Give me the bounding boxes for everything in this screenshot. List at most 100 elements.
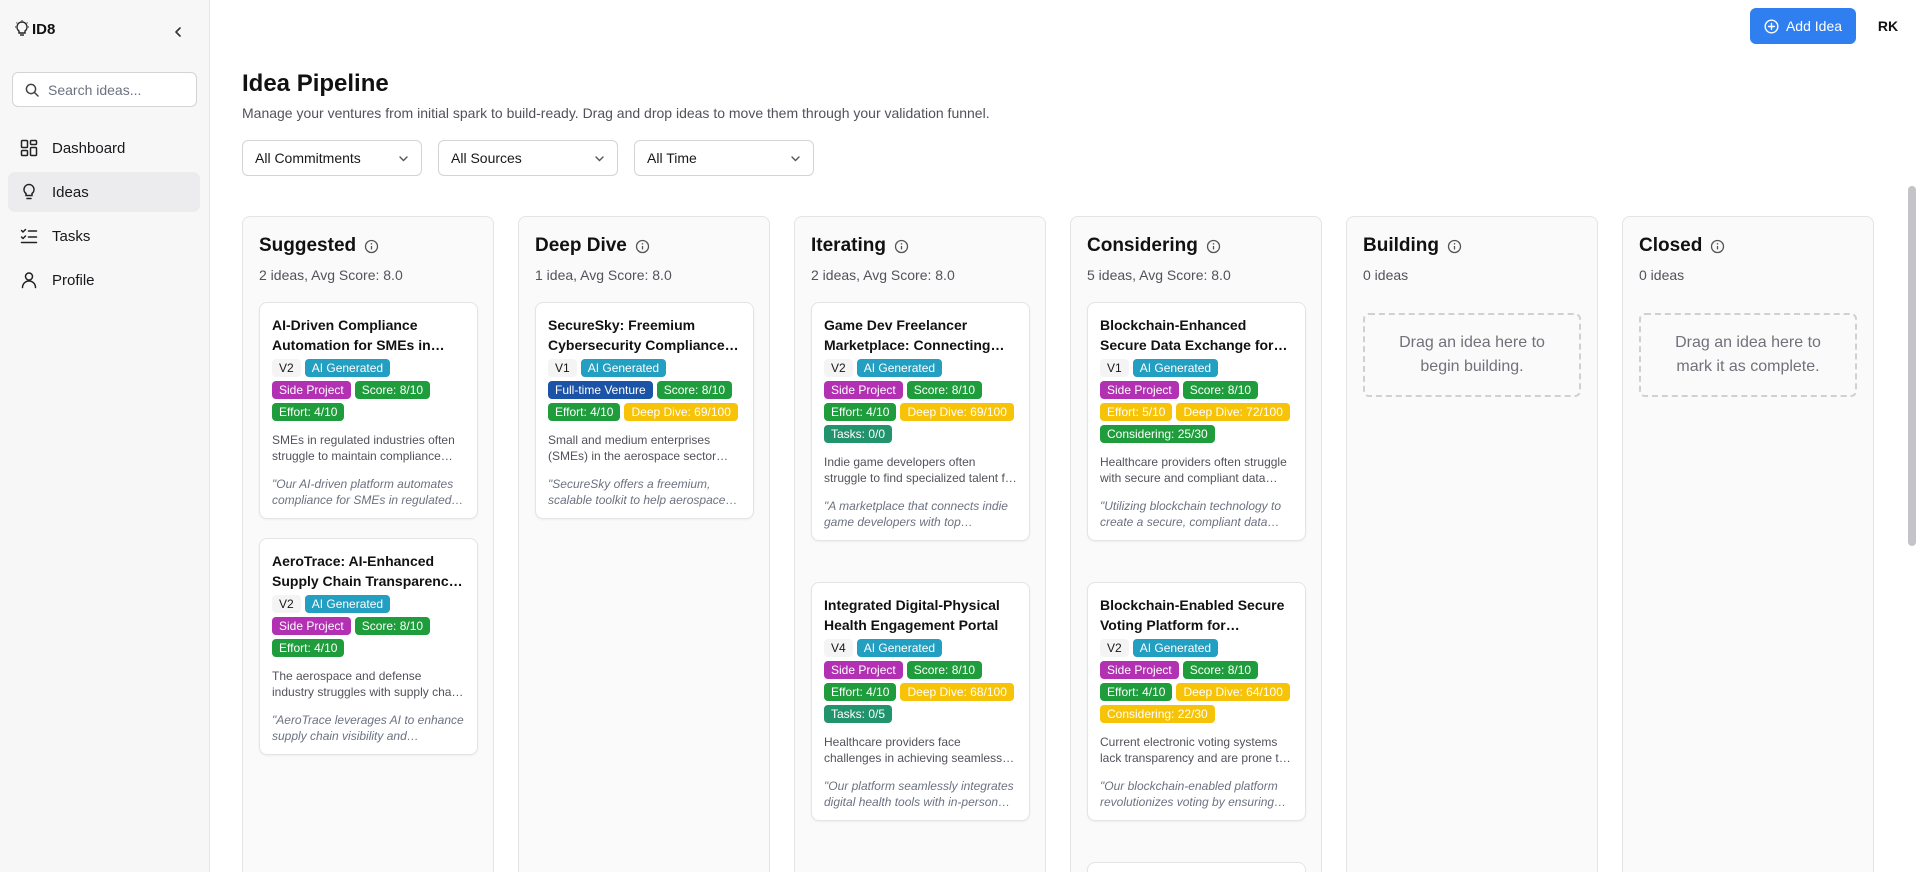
idea-card[interactable]: Blockchain-Enhanced Secure Data Exchange… <box>1087 302 1306 541</box>
effort-badge: Effort: 4/10 <box>272 403 345 421</box>
considering-badge: Considering: 22/30 <box>1100 705 1215 723</box>
sidebar-item-ideas[interactable]: Ideas <box>8 172 200 212</box>
idea-card[interactable] <box>1087 862 1306 872</box>
idea-pitch: "Our platform seamlessly integrates digi… <box>824 779 1014 809</box>
info-icon[interactable] <box>1206 239 1221 254</box>
effort-badge: Effort: 4/10 <box>1100 683 1173 701</box>
collapse-sidebar-button[interactable] <box>168 22 188 42</box>
tasks-badge: Tasks: 0/5 <box>824 705 893 723</box>
column-header: Deep Dive <box>535 235 650 257</box>
source-filter-select[interactable]: All Sources <box>438 140 618 176</box>
drop-zone[interactable]: Drag an idea here to mark it as complete… <box>1639 313 1857 397</box>
logo-text: ID8 <box>32 20 56 38</box>
column-deep-dive: Deep Dive 1 idea, Avg Score: 8.0 SecureS… <box>518 216 770 872</box>
column-title: Suggested <box>259 235 357 256</box>
commitment-filter-select[interactable]: All Commitments <box>242 140 422 176</box>
app-logo[interactable]: ID8 <box>14 20 55 38</box>
search-input[interactable] <box>48 81 178 98</box>
version-badge: V1 <box>1100 359 1129 377</box>
deep-dive-badge: Deep Dive: 69/100 <box>900 403 1014 421</box>
idea-card[interactable]: AeroTrace: AI-Enhanced Supply Chain Tran… <box>259 538 478 755</box>
score-badge: Score: 8/10 <box>906 381 983 399</box>
add-idea-button[interactable]: Add Idea <box>1750 8 1856 44</box>
sidebar-nav: Dashboard Ideas Tasks Profile <box>8 128 200 304</box>
idea-title: Integrated Digital-Physical Health Engag… <box>824 597 1000 633</box>
add-idea-label: Add Idea <box>1785 18 1843 34</box>
commitment-badge: Side Project <box>1100 381 1179 399</box>
column-title: Deep Dive <box>535 235 627 256</box>
idea-card[interactable]: SecureSky: Freemium Cybersecurity Compli… <box>535 302 754 519</box>
page-subtitle: Manage your ventures from initial spark … <box>242 105 990 121</box>
time-filter-value: All Time <box>647 150 697 166</box>
column-title: Iterating <box>811 235 886 256</box>
column-meta: 0 ideas <box>1639 267 1685 283</box>
column-title: Building <box>1363 235 1439 256</box>
idea-card[interactable]: AI-Driven Compliance Automation for SMEs… <box>259 302 478 519</box>
ai-generated-badge: AI Generated <box>580 359 667 377</box>
idea-tags: V2 AI Generated Side Project Score: 8/10… <box>824 359 1019 443</box>
chevron-left-icon <box>175 27 181 37</box>
plus-circle-icon <box>1764 18 1779 34</box>
sidebar-item-tasks[interactable]: Tasks <box>8 216 200 256</box>
effort-badge: Effort: 4/10 <box>824 403 897 421</box>
idea-card[interactable]: Integrated Digital-Physical Health Engag… <box>811 582 1030 821</box>
sidebar-item-dashboard[interactable]: Dashboard <box>8 128 200 168</box>
idea-description: The aerospace and defense industry strug… <box>272 669 461 699</box>
idea-card[interactable]: Blockchain-Enabled Secure Voting Platfor… <box>1087 582 1306 821</box>
search-icon <box>25 83 39 97</box>
score-badge: Score: 8/10 <box>1182 381 1259 399</box>
search-box[interactable] <box>12 72 197 107</box>
ai-generated-badge: AI Generated <box>1132 359 1219 377</box>
ai-generated-badge: AI Generated <box>304 359 391 377</box>
idea-card[interactable]: Game Dev Freelancer Marketplace: Connect… <box>811 302 1030 541</box>
commitment-badge: Side Project <box>272 381 351 399</box>
page-scrollbar[interactable] <box>1908 186 1916 546</box>
effort-badge: Effort: 4/10 <box>824 683 897 701</box>
info-icon[interactable] <box>364 239 379 254</box>
drop-zone[interactable]: Drag an idea here to begin building. <box>1363 313 1581 397</box>
column-suggested: Suggested 2 ideas, Avg Score: 8.0 AI-Dri… <box>242 216 494 872</box>
info-icon[interactable] <box>894 239 909 254</box>
idea-tags: V2 AI Generated Side Project Score: 8/10… <box>272 595 467 657</box>
column-meta: 2 ideas, Avg Score: 8.0 <box>259 267 403 283</box>
sidebar: ID8 Dashboard Ideas Tasks Profile <box>0 0 210 872</box>
version-badge: V2 <box>272 359 301 377</box>
tasks-badge: Tasks: 0/0 <box>824 425 893 443</box>
ai-generated-badge: AI Generated <box>304 595 391 613</box>
commitment-badge: Side Project <box>824 661 903 679</box>
effort-badge: Effort: 4/10 <box>548 403 621 421</box>
idea-description: Healthcare providers often struggle with… <box>1100 455 1287 485</box>
sidebar-item-profile[interactable]: Profile <box>8 260 200 300</box>
deep-dive-badge: Deep Dive: 69/100 <box>624 403 738 421</box>
column-title: Closed <box>1639 235 1703 256</box>
score-badge: Score: 8/10 <box>1182 661 1259 679</box>
lightbulb-logo-icon <box>15 20 29 36</box>
info-icon[interactable] <box>1710 239 1725 254</box>
info-icon[interactable] <box>635 239 650 254</box>
effort-badge: Effort: 4/10 <box>272 639 345 657</box>
ai-generated-badge: AI Generated <box>1132 639 1219 657</box>
idea-pitch: "Our AI-driven platform automates compli… <box>272 477 454 507</box>
info-icon[interactable] <box>1447 239 1462 254</box>
commitment-filter-value: All Commitments <box>255 150 361 166</box>
source-filter-value: All Sources <box>451 150 522 166</box>
version-badge: V2 <box>824 359 853 377</box>
idea-pitch: "Our blockchain-enabled platform revolut… <box>1100 779 1278 809</box>
idea-title: AeroTrace: AI-Enhanced Supply Chain Tran… <box>272 553 457 589</box>
considering-badge: Considering: 25/30 <box>1100 425 1215 443</box>
column-header: Considering <box>1087 235 1221 257</box>
sidebar-item-label: Ideas <box>52 183 89 201</box>
ai-generated-badge: AI Generated <box>856 639 943 657</box>
chevron-down-icon <box>791 155 800 161</box>
idea-description: SMEs in regulated industries often strug… <box>272 433 455 463</box>
idea-description: Small and medium enterprises (SMEs) in t… <box>548 433 717 463</box>
score-badge: Score: 8/10 <box>656 381 733 399</box>
column-building: Building 0 ideas Drag an idea here to be… <box>1346 216 1598 872</box>
time-filter-select[interactable]: All Time <box>634 140 814 176</box>
idea-pitch: "AeroTrace leverages AI to enhance suppl… <box>272 713 464 743</box>
chevron-down-icon <box>399 155 408 161</box>
lightbulb-icon <box>23 183 35 200</box>
avatar[interactable]: RK <box>1870 10 1906 42</box>
score-badge: Score: 8/10 <box>354 381 431 399</box>
column-meta: 0 ideas <box>1363 267 1409 283</box>
